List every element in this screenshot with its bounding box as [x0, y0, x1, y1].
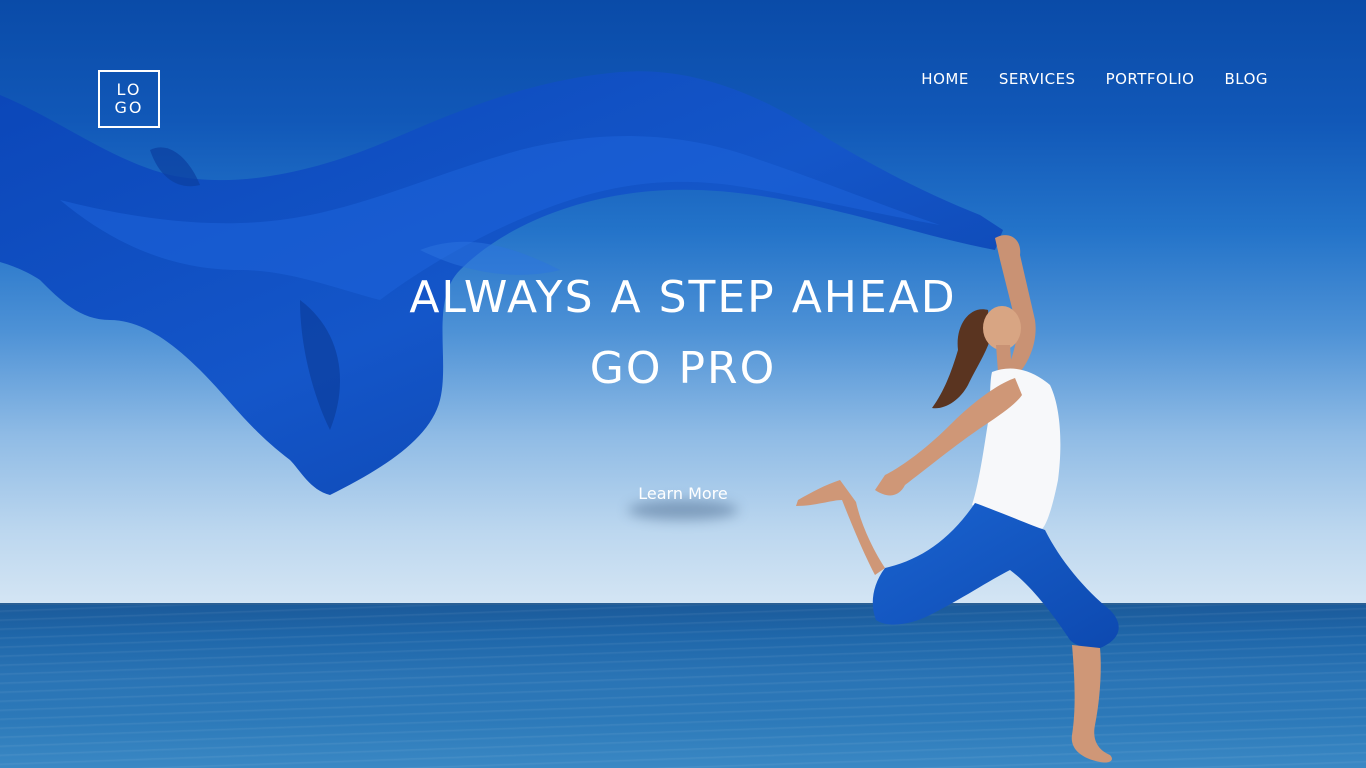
nav-item-services[interactable]: SERVICES — [999, 69, 1076, 89]
main-navigation: HOME SERVICES PORTFOLIO BLOG — [921, 69, 1268, 89]
logo[interactable]: LO GO — [98, 70, 160, 128]
nav-item-blog[interactable]: BLOG — [1224, 69, 1268, 89]
logo-text-line1: LO — [116, 80, 142, 99]
hero-headline: ALWAYS A STEP AHEAD GO PRO — [0, 262, 1366, 404]
nav-item-portfolio[interactable]: PORTFOLIO — [1106, 69, 1195, 89]
hero-headline-line1: ALWAYS A STEP AHEAD — [409, 272, 957, 323]
hero-headline-line2: GO PRO — [589, 343, 777, 394]
hero-section: LO GO HOME SERVICES PORTFOLIO BLOG ALWAY… — [0, 0, 1366, 768]
learn-more-button[interactable]: Learn More — [612, 478, 754, 510]
nav-item-home[interactable]: HOME — [921, 69, 969, 89]
logo-text-line2: GO — [114, 98, 144, 117]
